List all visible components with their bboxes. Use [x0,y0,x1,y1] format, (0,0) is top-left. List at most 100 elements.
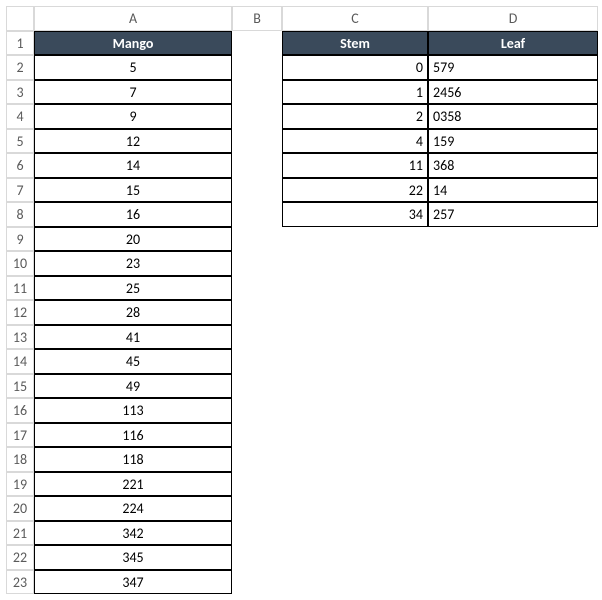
cell-C19[interactable] [282,472,428,497]
cell-C22[interactable] [282,545,428,570]
cell-D20[interactable] [428,496,598,521]
cell-mango[interactable]: 41 [34,325,232,350]
cell-B6[interactable] [232,153,282,178]
cell-mango[interactable]: 45 [34,349,232,374]
cell-leaf[interactable]: 0358 [428,104,598,129]
cell-C17[interactable] [282,423,428,448]
cell-B22[interactable] [232,545,282,570]
cell-stem[interactable]: 4 [282,129,428,154]
cell-mango[interactable]: 347 [34,570,232,595]
cell-leaf[interactable]: 2456 [428,80,598,105]
cell-B23[interactable] [232,570,282,595]
header-leaf[interactable]: Leaf [428,31,598,56]
cell-mango[interactable]: 345 [34,545,232,570]
cell-D13[interactable] [428,325,598,350]
cell-mango[interactable]: 116 [34,423,232,448]
cell-mango[interactable]: 5 [34,55,232,80]
cell-B9[interactable] [232,227,282,252]
header-mango[interactable]: Mango [34,31,232,56]
cell-C20[interactable] [282,496,428,521]
row-header[interactable]: 21 [6,521,34,546]
row-header[interactable]: 5 [6,129,34,154]
row-header[interactable]: 20 [6,496,34,521]
cell-B8[interactable] [232,202,282,227]
cell-mango[interactable]: 7 [34,80,232,105]
cell-mango[interactable]: 9 [34,104,232,129]
row-header[interactable]: 14 [6,349,34,374]
row-header[interactable]: 16 [6,398,34,423]
row-header[interactable]: 23 [6,570,34,595]
cell-leaf[interactable]: 368 [428,153,598,178]
cell-mango[interactable]: 20 [34,227,232,252]
row-header[interactable]: 22 [6,545,34,570]
cell-B15[interactable] [232,374,282,399]
cell-mango[interactable]: 28 [34,300,232,325]
cell-mango[interactable]: 25 [34,276,232,301]
cell-B1[interactable] [232,31,282,56]
cell-D11[interactable] [428,276,598,301]
header-stem[interactable]: Stem [282,31,428,56]
cell-mango[interactable]: 221 [34,472,232,497]
row-header[interactable]: 10 [6,251,34,276]
cell-B16[interactable] [232,398,282,423]
row-header[interactable]: 7 [6,178,34,203]
cell-C23[interactable] [282,570,428,595]
cell-D19[interactable] [428,472,598,497]
cell-mango[interactable]: 118 [34,447,232,472]
cell-C13[interactable] [282,325,428,350]
cell-stem[interactable]: 22 [282,178,428,203]
cell-leaf[interactable]: 159 [428,129,598,154]
cell-D23[interactable] [428,570,598,595]
cell-C9[interactable] [282,227,428,252]
row-header[interactable]: 11 [6,276,34,301]
cell-stem[interactable]: 1 [282,80,428,105]
cell-B20[interactable] [232,496,282,521]
cell-B4[interactable] [232,104,282,129]
row-header[interactable]: 18 [6,447,34,472]
cell-D22[interactable] [428,545,598,570]
row-header[interactable]: 2 [6,55,34,80]
cell-C12[interactable] [282,300,428,325]
cell-D21[interactable] [428,521,598,546]
row-header[interactable]: 17 [6,423,34,448]
cell-B3[interactable] [232,80,282,105]
cell-B13[interactable] [232,325,282,350]
cell-leaf[interactable]: 14 [428,178,598,203]
cell-D12[interactable] [428,300,598,325]
col-header-A[interactable]: A [34,6,232,31]
cell-C15[interactable] [282,374,428,399]
row-header[interactable]: 1 [6,31,34,56]
row-header[interactable]: 4 [6,104,34,129]
cell-B21[interactable] [232,521,282,546]
cell-C18[interactable] [282,447,428,472]
cell-C21[interactable] [282,521,428,546]
cell-B19[interactable] [232,472,282,497]
row-header[interactable]: 8 [6,202,34,227]
cell-B17[interactable] [232,423,282,448]
cell-C10[interactable] [282,251,428,276]
cell-C14[interactable] [282,349,428,374]
cell-mango[interactable]: 15 [34,178,232,203]
cell-B11[interactable] [232,276,282,301]
cell-B10[interactable] [232,251,282,276]
cell-mango[interactable]: 12 [34,129,232,154]
col-header-D[interactable]: D [428,6,598,31]
cell-mango[interactable]: 23 [34,251,232,276]
cell-C16[interactable] [282,398,428,423]
cell-B14[interactable] [232,349,282,374]
cell-D15[interactable] [428,374,598,399]
col-header-B[interactable]: B [232,6,282,31]
cell-leaf[interactable]: 579 [428,55,598,80]
cell-B18[interactable] [232,447,282,472]
cell-C11[interactable] [282,276,428,301]
row-header[interactable]: 3 [6,80,34,105]
cell-stem[interactable]: 11 [282,153,428,178]
cell-D18[interactable] [428,447,598,472]
cell-mango[interactable]: 14 [34,153,232,178]
cell-stem[interactable]: 34 [282,202,428,227]
cell-stem[interactable]: 2 [282,104,428,129]
row-header[interactable]: 15 [6,374,34,399]
row-header[interactable]: 19 [6,472,34,497]
cell-stem[interactable]: 0 [282,55,428,80]
cell-D10[interactable] [428,251,598,276]
